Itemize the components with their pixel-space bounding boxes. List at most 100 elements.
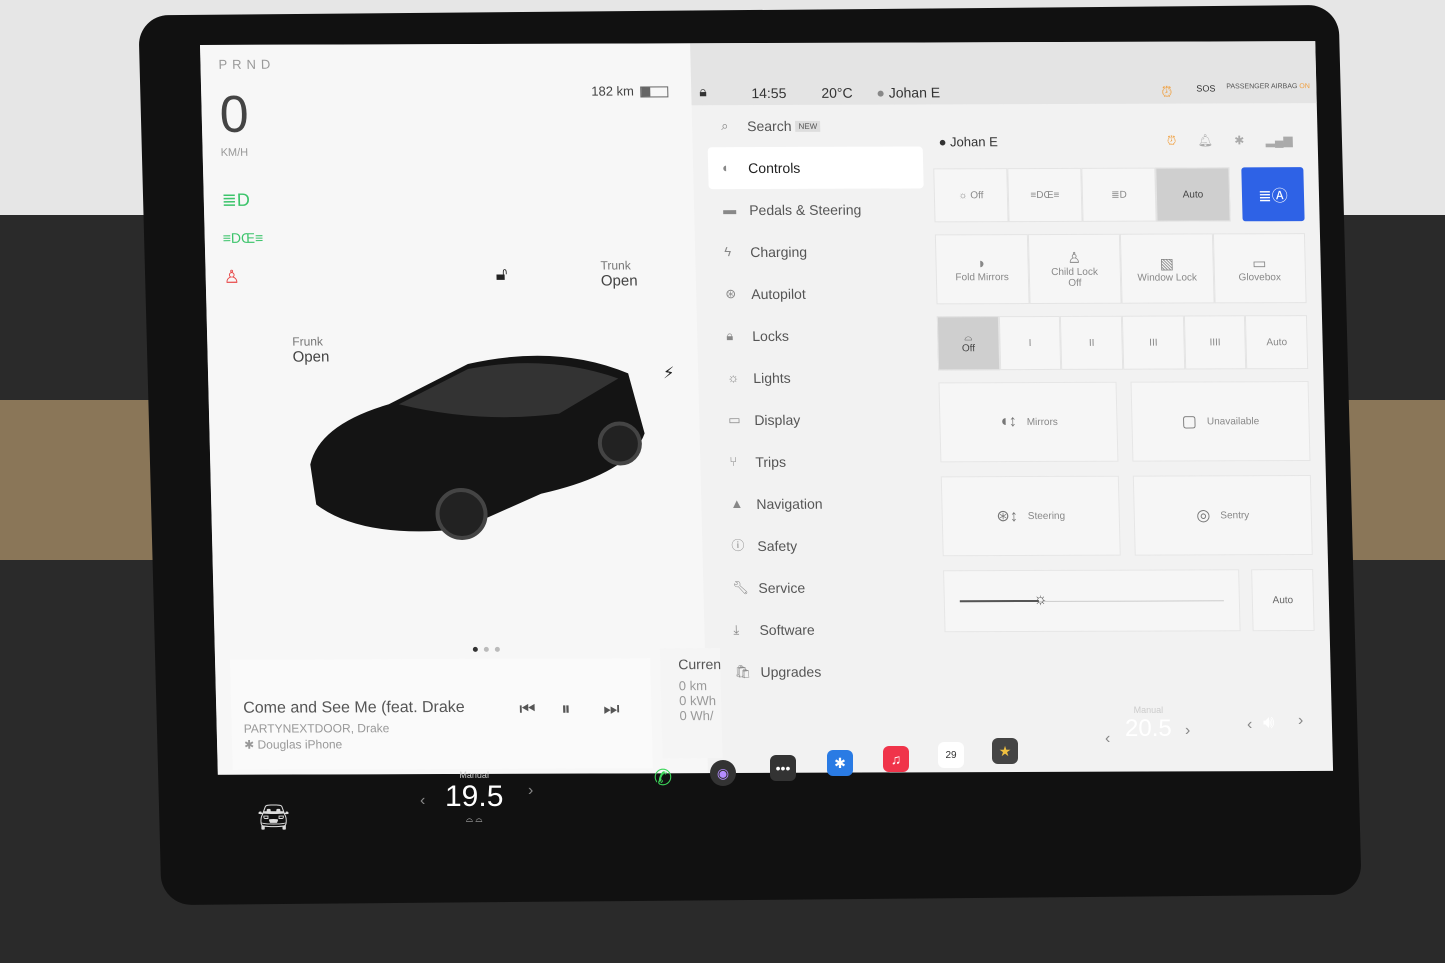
menu-item-locks[interactable]: 🔒︎ Locks — [712, 314, 928, 357]
menu-item-software[interactable]: ⤓ Software — [719, 608, 935, 651]
status-icons: ⏰︎ 🔔︎ ✱ ▂▄▆ — [1167, 133, 1293, 148]
speed-unit: KM/H — [220, 146, 249, 159]
volume-down[interactable]: ‹ — [1247, 716, 1252, 734]
unavailable-tile[interactable]: ▢ Unavailable — [1130, 381, 1311, 462]
wiper-auto-button[interactable]: Auto — [1245, 315, 1309, 370]
toggle-icon: ◐ — [721, 160, 731, 176]
seat-heat-icons[interactable]: ⌓ ⌓ — [445, 814, 503, 825]
fold-mirrors-button[interactable]: ◗ Fold Mirrors — [934, 234, 1030, 305]
bluetooth-app-icon[interactable]: ✱ — [827, 750, 853, 776]
steering-tile[interactable]: ⊛↕ Steering — [940, 475, 1121, 557]
lights-auto-button[interactable]: Auto — [1155, 167, 1231, 222]
menu-item-label: Upgrades — [760, 663, 822, 680]
wiper-off-button[interactable]: ⌓ Off — [936, 316, 1000, 371]
wiper-label: II — [1088, 337, 1095, 349]
menu-item-navigation[interactable]: ▲ Navigation — [716, 482, 932, 525]
unavailable-label: Unavailable — [1206, 415, 1260, 427]
parking-lights-icon: ≡DŒ≡ — [1030, 189, 1060, 201]
more-apps-icon[interactable]: ••• — [770, 755, 796, 781]
toybox-icon[interactable]: ★ — [992, 738, 1018, 764]
brightness-auto-button[interactable]: Auto — [1251, 569, 1315, 632]
sentry-tile[interactable]: ◎ Sentry — [1132, 475, 1313, 556]
passenger-temp-up[interactable]: › — [1185, 722, 1190, 740]
page-dot[interactable] — [472, 646, 478, 652]
trip-card[interactable]: Curren 0 km 0 kWh 0 Wh/ — [659, 648, 723, 759]
menu-item-service[interactable]: 🔧︎ Service — [718, 566, 934, 609]
passenger-temp[interactable]: Manual 20.5 — [1125, 705, 1172, 743]
unlock-icon[interactable]: 🔓︎ — [495, 264, 507, 285]
auto-high-beam-button[interactable]: ≣Ⓐ — [1241, 167, 1305, 222]
driver-temp-up[interactable]: › — [528, 782, 533, 800]
wiper-label: IIII — [1209, 336, 1221, 348]
driver-temp[interactable]: Manual 19.5 ⌓ ⌓ — [445, 770, 503, 825]
wiper-ii-button[interactable]: II — [1060, 315, 1124, 370]
child-lock-label: Child Lock — [1051, 266, 1099, 278]
wiper-i-button[interactable]: I — [998, 315, 1062, 371]
menu-item-charging[interactable]: ϟ Charging — [710, 230, 926, 273]
glovebox-button[interactable]: ▭ Glovebox — [1212, 233, 1307, 304]
lights-off-button[interactable]: ☼ Off — [933, 168, 1009, 223]
display-icon: ▭ — [728, 412, 741, 428]
gear-selector: PRND — [218, 56, 276, 72]
wiper-iii-button[interactable]: III — [1121, 315, 1185, 370]
passenger-temp-down[interactable]: ‹ — [1105, 730, 1110, 748]
menu-item-lights[interactable]: ☼ Lights — [713, 356, 929, 399]
calendar-icon[interactable]: 29 — [938, 742, 964, 768]
page-dot[interactable] — [494, 646, 500, 652]
charge-port-icon[interactable]: ⚡︎ — [663, 363, 675, 383]
brightness-slider[interactable]: ☼ — [943, 569, 1241, 633]
menu-item-safety[interactable]: ⓘ Safety — [717, 524, 933, 567]
pause-button[interactable]: ⏸︎ — [561, 699, 571, 720]
low-beam-button[interactable]: ≣D — [1081, 167, 1157, 222]
camera-icon[interactable]: ◉ — [710, 760, 736, 786]
car-icon: ▬ — [722, 202, 737, 218]
trunk-button[interactable]: Trunk Open — [600, 258, 637, 289]
window-lock-button[interactable]: ▧ Window Lock — [1119, 233, 1215, 304]
menu-item-label: Service — [758, 579, 806, 596]
child-lock-button[interactable]: ♙ Child Lock Off — [1027, 233, 1122, 305]
menu-item-trips[interactable]: ⑂ Trips — [715, 440, 931, 483]
headlight-controls: ☼ Off ≡DŒ≡ ≣D Auto ≣Ⓐ — [933, 167, 1305, 223]
mirrors-label: Mirrors — [1026, 416, 1058, 428]
source-name: Douglas iPhone — [257, 737, 343, 752]
page-dot[interactable] — [483, 646, 489, 652]
next-track-button[interactable]: ⏭︎ — [603, 698, 620, 719]
menu-item-controls[interactable]: ◐ Controls — [707, 146, 924, 190]
volume-icon[interactable]: 🔊︎ — [1263, 712, 1274, 733]
volume-up[interactable]: › — [1298, 712, 1303, 730]
child-lock-state: Off — [1068, 277, 1082, 289]
menu-item-label: Safety — [757, 537, 798, 554]
trips-icon: ⑂ — [729, 454, 738, 470]
window-lock-label: Window Lock — [1137, 271, 1198, 284]
music-app-icon[interactable]: ♫ — [883, 746, 909, 772]
brightness-sun-icon[interactable]: ☼ — [1033, 591, 1048, 609]
lock-icon: 🔒︎ — [726, 328, 734, 344]
wiper-iiii-button[interactable]: IIII — [1183, 315, 1247, 370]
mirrors-tile[interactable]: ◖↕ Mirrors — [938, 381, 1119, 463]
menu-item-search[interactable]: ⌕ Search NEW — [707, 104, 923, 147]
menu-item-autopilot[interactable]: ⊛ Autopilot — [711, 272, 927, 315]
glovebox-label: Glovebox — [1238, 271, 1282, 283]
controls-panel: ● Johan E ⏰︎ 🔔︎ ✱ ▂▄▆ ☼ Off ≡DŒ≡ ≣D Auto… — [932, 103, 1315, 633]
bell-icon: 🔔︎ — [1197, 133, 1214, 148]
lock-status-icon[interactable]: 🔒︎ — [699, 83, 707, 100]
menu-item-upgrades[interactable]: 🛍︎ Upgrades — [720, 650, 936, 693]
previous-track-button[interactable]: ⏮︎ — [519, 699, 536, 720]
airbag-label: PASSENGER AIRBAG — [1226, 83, 1298, 91]
phone-icon[interactable]: ✆ — [650, 765, 676, 791]
menu-item-label: Controls — [747, 159, 801, 177]
car-icon[interactable]: 🚘︎ — [257, 802, 290, 833]
profile-button[interactable]: ● Johan E — [876, 84, 940, 100]
parking-lights-button[interactable]: ≡DŒ≡ — [1007, 167, 1083, 223]
wiper-label: III — [1149, 337, 1158, 349]
trip-title: Curren — [678, 656, 722, 673]
quick-controls: ◗ Fold Mirrors ♙ Child Lock Off ▧ Window Lock ▭… — [934, 233, 1307, 305]
menu-item-label: Lights — [753, 369, 791, 386]
sos-button[interactable]: SOS — [1196, 83, 1215, 93]
control-tiles: ◖↕ Mirrors ▢ Unavailable ⊛↕ Steering ◎ Sentr… — [938, 381, 1313, 557]
clock: 14:55 — [751, 84, 787, 102]
menu-item-pedals-steering[interactable]: ▬ Pedals & Steering — [709, 188, 925, 231]
driver-temp-down[interactable]: ‹ — [420, 792, 425, 810]
slider-fill — [959, 599, 1040, 603]
menu-item-display[interactable]: ▭ Display — [714, 398, 930, 441]
